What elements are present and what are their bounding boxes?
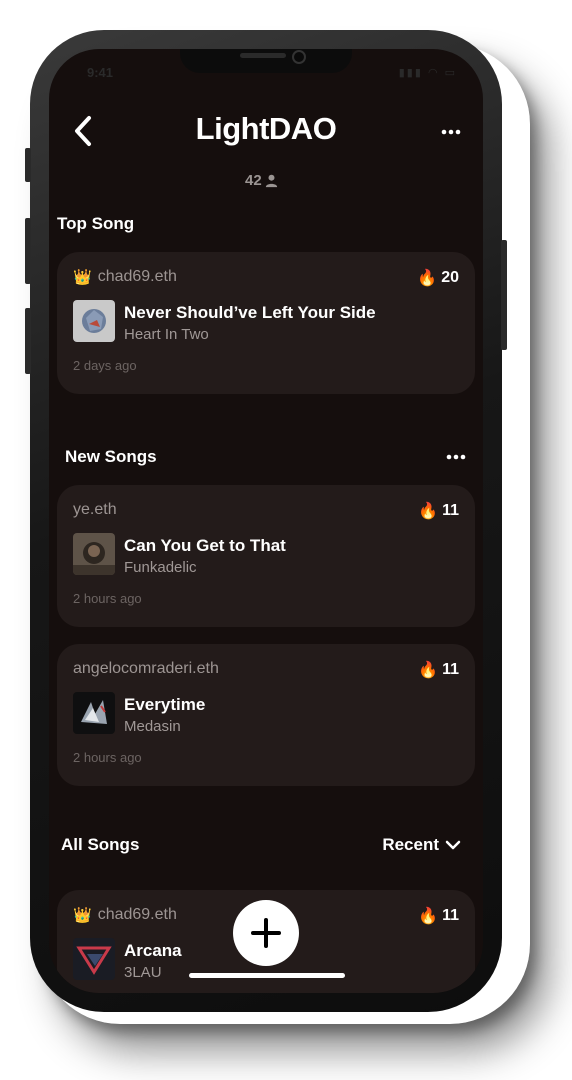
volume-up-button — [25, 218, 31, 284]
fire-icon: 🔥 — [417, 270, 438, 287]
sort-dropdown[interactable]: Recent — [382, 835, 461, 855]
post-time: 2 hours ago — [73, 750, 142, 765]
app-title: LightDAO — [195, 111, 337, 146]
power-button — [501, 240, 507, 350]
album-art — [73, 938, 115, 980]
song-artist: 3LAU — [124, 964, 162, 981]
chevron-down-icon — [445, 840, 461, 850]
add-song-button[interactable] — [233, 900, 299, 966]
member-count: 42 — [245, 172, 279, 189]
post-time: 2 hours ago — [73, 591, 142, 606]
top-song-card[interactable]: 👑 chad69.eth 🔥 20 Never Should’ve Left Y… — [57, 252, 475, 394]
fire-icon: 🔥 — [418, 662, 439, 679]
app-screen: 9:41 ▮▮▮ ◠ ▭ LightDAO 42 Top Song 👑 chad… — [49, 49, 483, 993]
crown-icon: 👑 — [73, 907, 92, 924]
song-title: Can You Get to That — [124, 536, 286, 555]
section-title-new-songs: New Songs — [65, 447, 157, 466]
notch — [180, 49, 352, 73]
like-count[interactable]: 🔥 11 — [418, 501, 459, 521]
like-count-value: 20 — [441, 269, 459, 286]
card-user: 👑 chad69.eth — [73, 906, 177, 924]
new-song-card[interactable]: angelocomraderi.eth 🔥 11 Everytime Medas… — [57, 644, 475, 786]
sort-label: Recent — [382, 835, 439, 854]
like-count-value: 11 — [442, 502, 459, 519]
card-user-name: chad69.eth — [97, 268, 177, 285]
song-artist: Funkadelic — [124, 559, 197, 576]
home-indicator[interactable] — [189, 973, 345, 978]
song-title: Arcana — [124, 941, 182, 960]
song-artist: Heart In Two — [124, 326, 209, 343]
card-user-name: chad69.eth — [97, 906, 177, 923]
person-icon — [265, 174, 277, 188]
plus-icon — [251, 918, 281, 948]
card-user: angelocomraderi.eth — [73, 660, 219, 678]
album-art — [73, 300, 115, 342]
song-title: Everytime — [124, 695, 206, 714]
album-art — [73, 692, 115, 734]
card-user-name: ye.eth — [73, 501, 117, 518]
card-user-name: angelocomraderi.eth — [73, 660, 219, 677]
status-time: 9:41 — [87, 65, 114, 80]
mute-switch — [25, 148, 31, 182]
section-title-all-songs: All Songs — [61, 835, 140, 854]
section-title-top-song: Top Song — [57, 214, 135, 233]
speaker — [240, 53, 286, 58]
member-count-value: 42 — [245, 172, 262, 189]
more-horizontal-icon[interactable] — [439, 120, 463, 144]
like-count[interactable]: 🔥 20 — [417, 268, 459, 288]
fire-icon: 🔥 — [418, 908, 439, 925]
more-horizontal-icon[interactable] — [444, 445, 468, 469]
card-user: ye.eth — [73, 501, 117, 519]
song-artist: Medasin — [124, 718, 181, 735]
front-camera — [292, 50, 306, 64]
post-time: 2 days ago — [73, 358, 137, 373]
device-mockup: 9:41 ▮▮▮ ◠ ▭ LightDAO 42 Top Song 👑 chad… — [0, 0, 572, 1080]
fire-icon: 🔥 — [418, 503, 439, 520]
like-count-value: 11 — [442, 661, 459, 678]
volume-down-button — [25, 308, 31, 374]
crown-icon: 👑 — [73, 269, 92, 286]
album-art — [73, 533, 115, 575]
song-title: Never Should’ve Left Your Side — [124, 303, 376, 322]
card-user: 👑 chad69.eth — [73, 268, 177, 286]
like-count-value: 11 — [442, 907, 459, 924]
like-count[interactable]: 🔥 11 — [418, 660, 459, 680]
like-count[interactable]: 🔥 11 — [418, 906, 459, 926]
new-song-card[interactable]: ye.eth 🔥 11 Can You Get to That Funkadel… — [57, 485, 475, 627]
status-icons: ▮▮▮ ◠ ▭ — [398, 67, 457, 79]
